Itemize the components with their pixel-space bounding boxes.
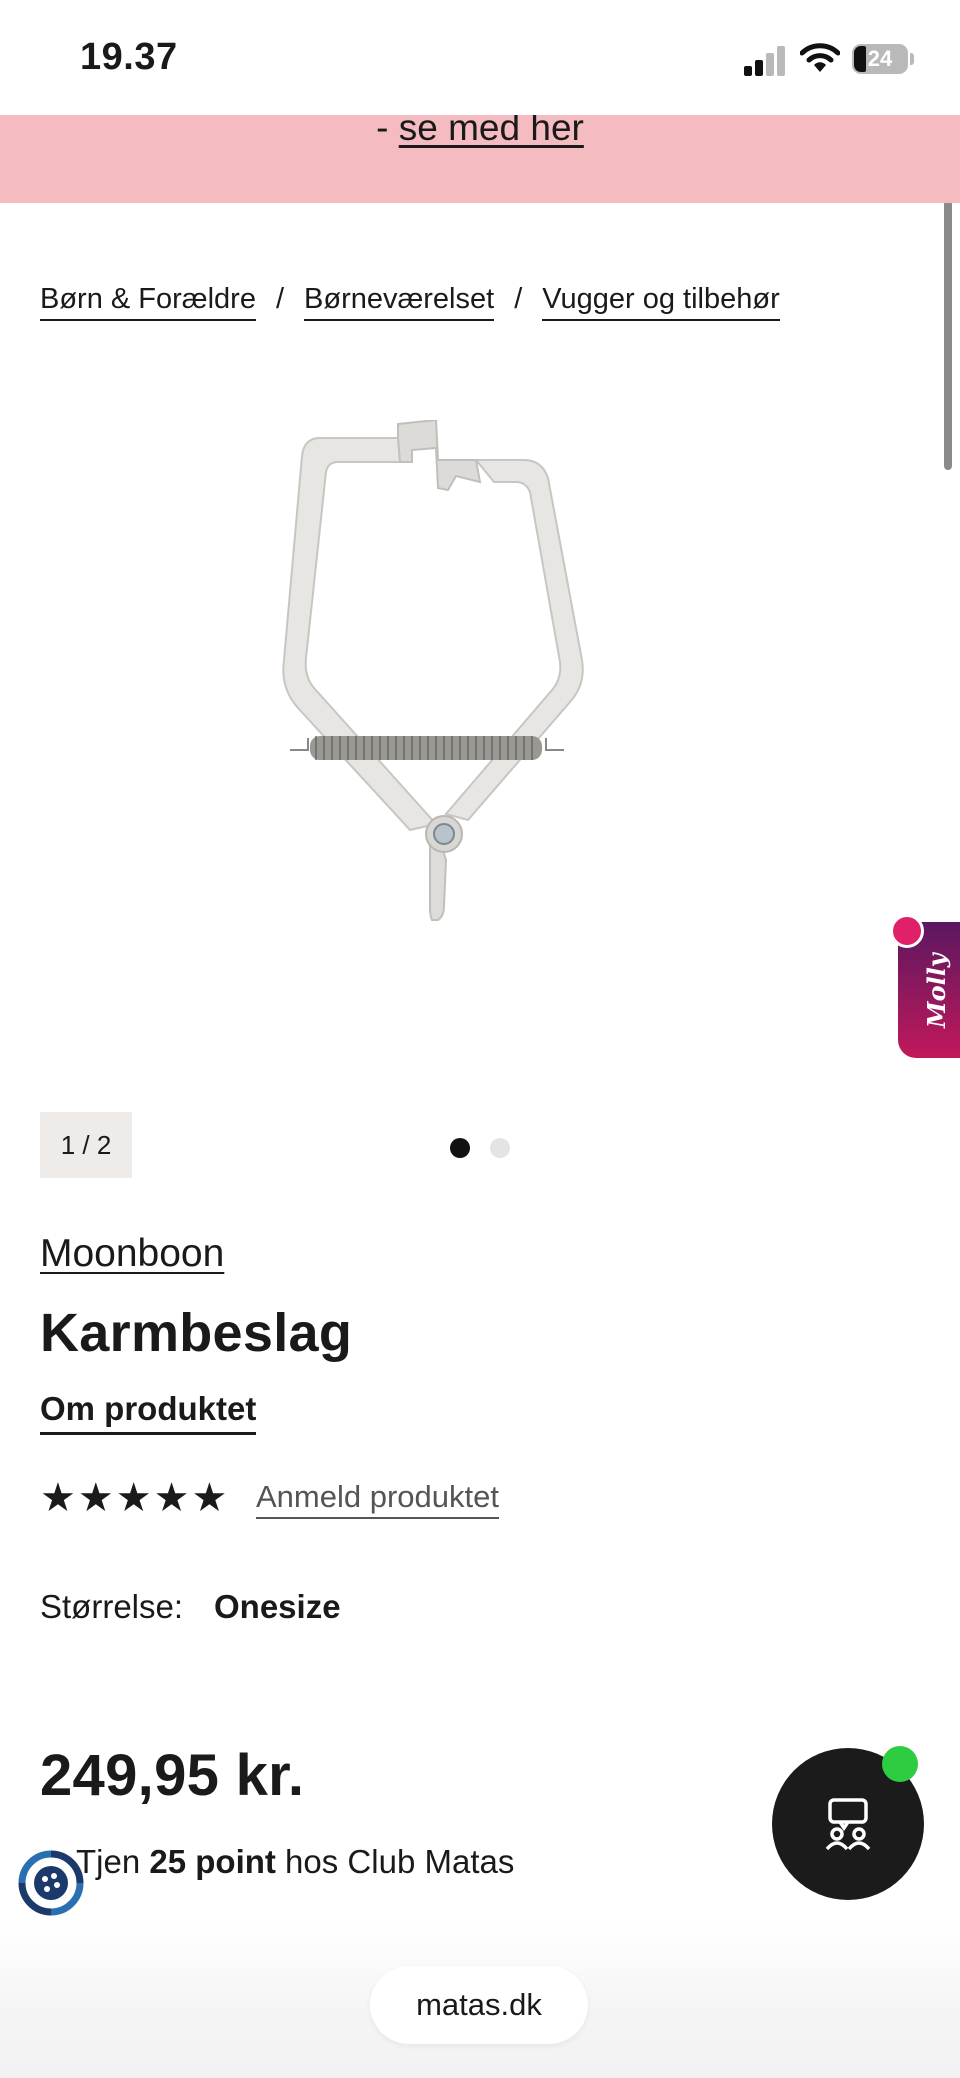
breadcrumb-item-vugger-og-tilbehor[interactable]: Vugger og tilbehør (542, 283, 780, 321)
product-price: 249,95 kr. (40, 1743, 305, 1808)
promo-prefix: - (376, 115, 399, 148)
status-bar: 19.37 24 (0, 0, 960, 115)
battery-percent: 24 (867, 46, 893, 71)
star-icon: ★ (115, 1476, 152, 1520)
size-value: Onesize (214, 1588, 341, 1625)
molly-notification-dot (890, 914, 924, 948)
star-icon: ★ (191, 1476, 228, 1520)
product-image[interactable] (280, 420, 680, 1070)
star-icon: ★ (40, 1476, 76, 1520)
image-counter: 1 / 2 (40, 1112, 132, 1178)
breadcrumb-separator: / (514, 283, 523, 315)
size-label: Størrelse: (40, 1588, 184, 1625)
chat-support-icon (825, 1798, 871, 1851)
brand-link[interactable]: Moonboon (40, 1232, 224, 1276)
rating-stars: ★ ★ ★ ★ ★ (40, 1476, 227, 1520)
star-icon: ★ (77, 1476, 114, 1520)
club-matas-badge-icon[interactable] (16, 1848, 86, 1918)
promo-text: - se med her (0, 115, 960, 149)
breadcrumb-separator: / (275, 283, 285, 315)
club-matas-points: Tjen 25 point hos Club Matas (76, 1843, 514, 1881)
cellular-signal-icon (744, 46, 785, 76)
gallery-dot-2[interactable] (490, 1138, 510, 1158)
promo-link[interactable]: se med her (399, 115, 584, 148)
battery-nub (910, 53, 914, 65)
gallery-dot-1[interactable] (450, 1138, 470, 1158)
star-icon: ★ (153, 1476, 190, 1520)
battery-indicator: 24 (852, 44, 908, 74)
product-title: Karmbeslag (40, 1303, 353, 1363)
breadcrumb: Børn & Forældre / Børneværelset / Vugger og … (40, 283, 780, 321)
breadcrumb-item-bornevaerelset[interactable]: Børneværelset (304, 283, 495, 321)
molly-label: Molly (922, 953, 951, 1028)
about-product-link[interactable]: Om produktet (40, 1390, 257, 1435)
points-amount: 25 point (149, 1843, 276, 1880)
page-scrollbar[interactable] (944, 200, 952, 470)
points-suffix: hos Club Matas (275, 1843, 515, 1880)
status-time: 19.37 (80, 36, 178, 78)
points-prefix: Tjen (76, 1843, 150, 1880)
breadcrumb-item-born-foraeldre[interactable]: Børn & Forældre (40, 283, 256, 321)
chat-online-indicator (882, 1746, 918, 1782)
wifi-icon (800, 43, 840, 72)
browser-url-bar[interactable]: matas.dk (370, 1966, 588, 2044)
promo-banner: - se med her (0, 115, 960, 203)
review-product-link[interactable]: Anmeld produktet (256, 1479, 499, 1519)
